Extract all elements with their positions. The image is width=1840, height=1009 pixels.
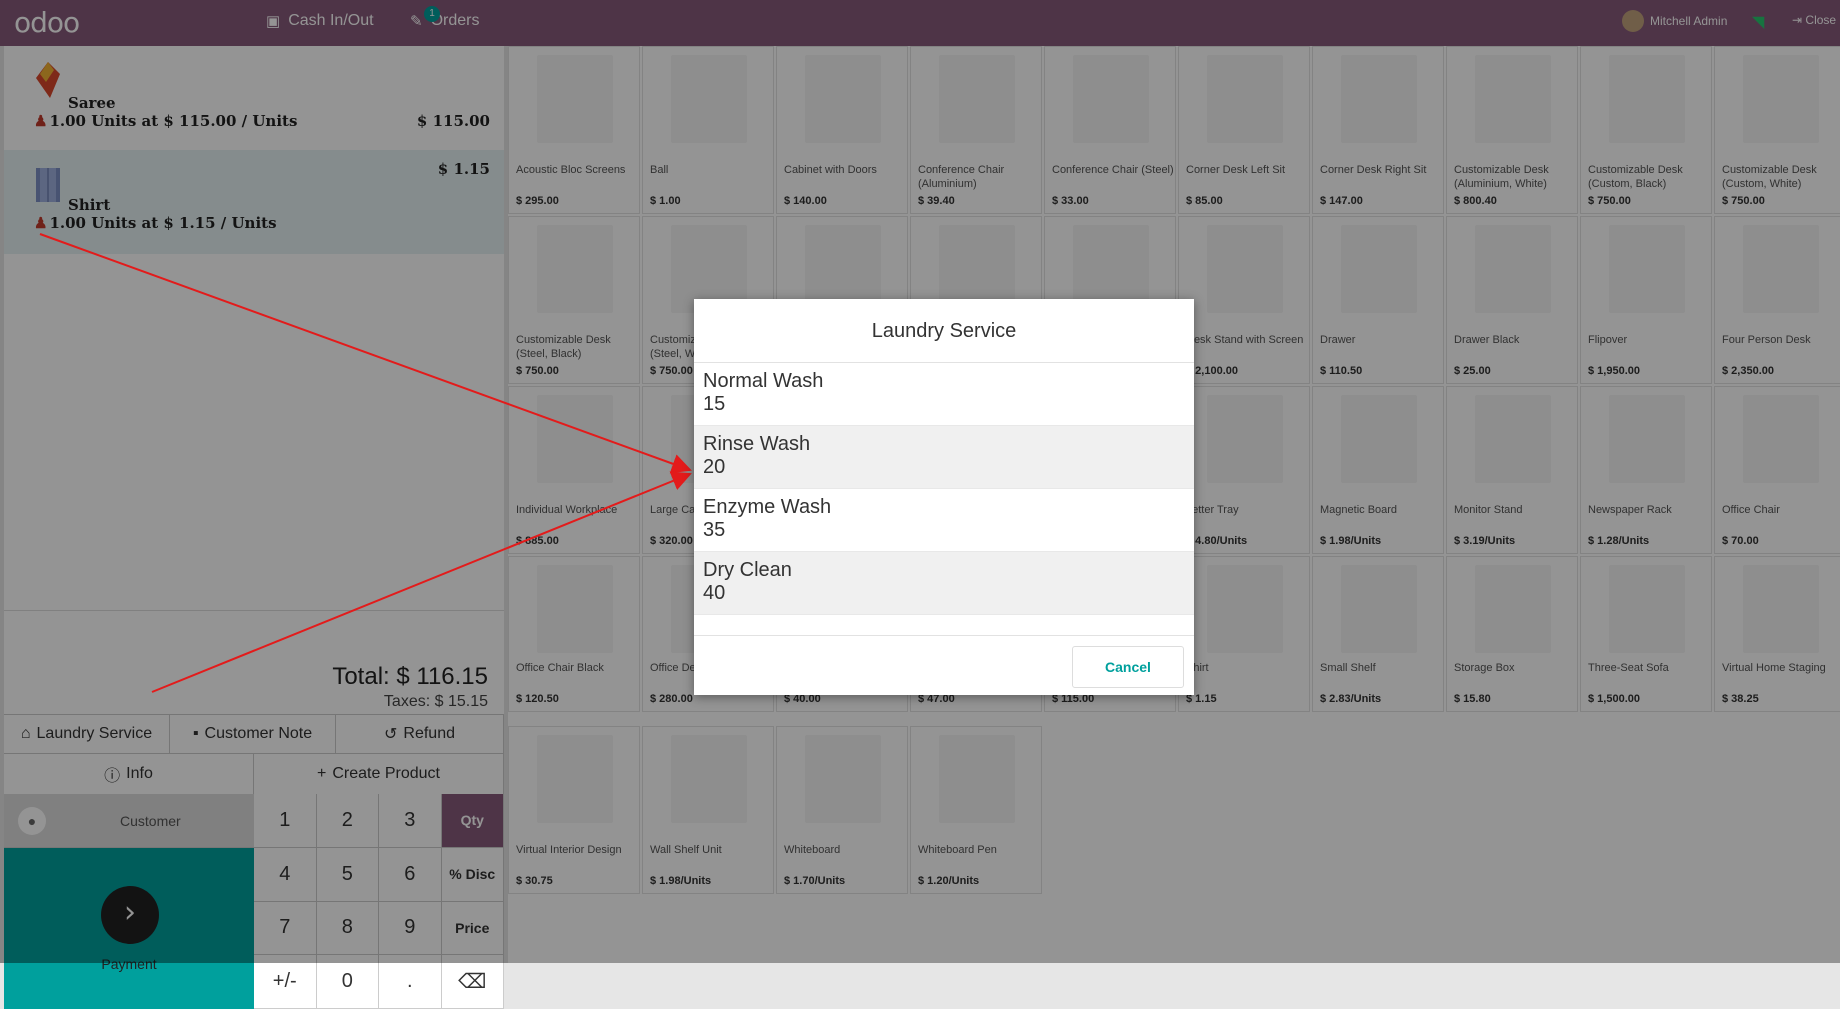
numpad-key-0[interactable]: 0 <box>316 955 379 1009</box>
cancel-button[interactable]: Cancel <box>1072 646 1184 688</box>
option-value: 15 <box>703 393 726 415</box>
backspace-icon[interactable]: ⌫ <box>441 955 504 1009</box>
dialog-title: Laundry Service <box>694 299 1194 363</box>
numpad-key-sign[interactable]: +/- <box>254 955 317 1009</box>
option-rinse-wash[interactable]: Rinse Wash 20 <box>694 426 1194 489</box>
laundry-service-dialog: Laundry Service Normal Wash 15 Rinse Was… <box>694 299 1194 695</box>
option-value: 35 <box>703 519 726 541</box>
option-name: Rinse Wash <box>703 433 811 455</box>
option-name: Dry Clean <box>703 559 792 581</box>
option-name: Enzyme Wash <box>703 496 832 518</box>
option-name: Normal Wash <box>703 370 824 392</box>
option-dry-clean[interactable]: Dry Clean 40 <box>694 552 1194 615</box>
option-value: 40 <box>703 582 726 604</box>
option-normal-wash[interactable]: Normal Wash 15 <box>694 363 1194 426</box>
option-value: 20 <box>703 456 726 478</box>
numpad-key-dot[interactable]: . <box>379 955 442 1009</box>
option-enzyme-wash[interactable]: Enzyme Wash 35 <box>694 489 1194 552</box>
dialog-footer: Cancel <box>694 635 1194 695</box>
